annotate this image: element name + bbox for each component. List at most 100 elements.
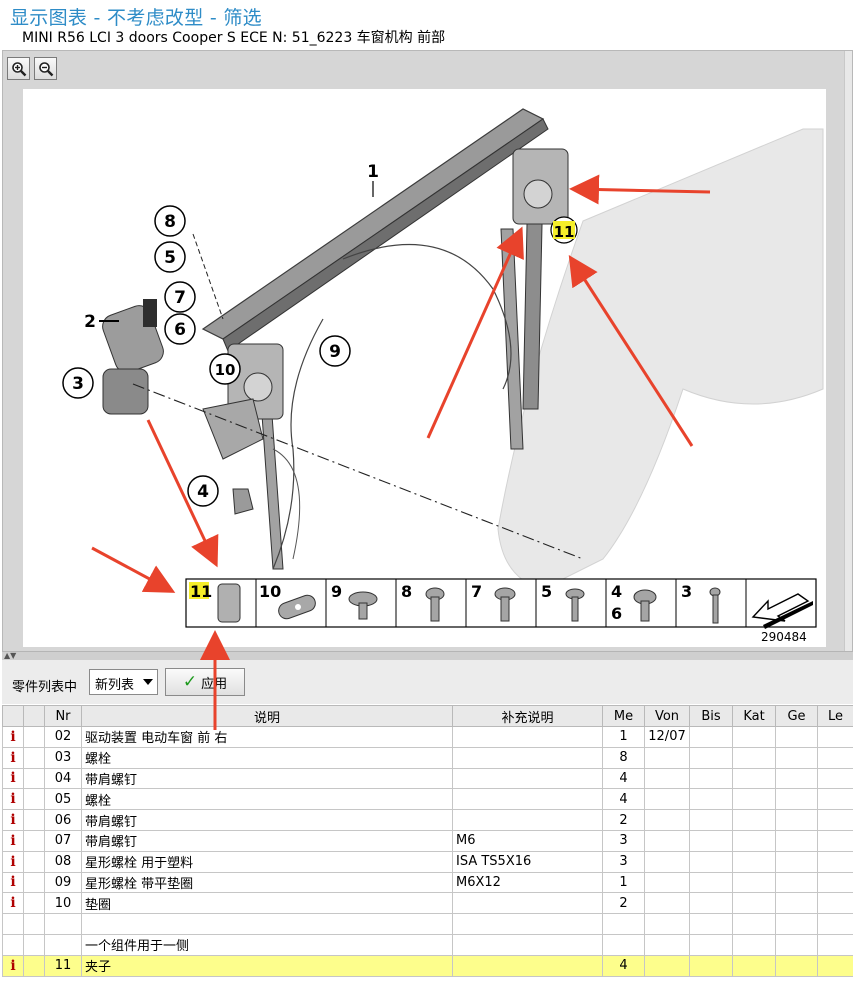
table-header-row: Nr 说明 补充说明 Me Von Bis Kat Ge Le [2, 705, 853, 727]
header-le[interactable]: Le [817, 705, 853, 727]
apply-button[interactable]: ✓ 应用 [165, 668, 245, 696]
legend-label-5: 5 [541, 582, 552, 601]
row-extra [452, 746, 603, 769]
table-row[interactable]: i 03 螺栓 8 [2, 746, 853, 769]
row-flag [23, 829, 45, 852]
table-row[interactable]: i 04 带肩螺钉 4 [2, 767, 853, 790]
check-icon: ✓ [182, 672, 198, 692]
row-ge [775, 954, 818, 977]
row-von [644, 954, 690, 977]
row-le [817, 829, 853, 852]
row-von [644, 871, 690, 894]
row-extra [452, 954, 603, 977]
row-le [817, 746, 853, 769]
row-me: 2 [602, 809, 645, 831]
table-row[interactable]: i 09 星形螺栓 带平垫圈 M6X12 1 [2, 871, 853, 894]
row-le [817, 913, 853, 935]
table-row[interactable]: i 02 驱动装置 电动车窗 前 右 1 12/07 [2, 726, 853, 748]
row-bis [689, 767, 733, 790]
row-bis [689, 933, 733, 956]
row-extra [452, 726, 603, 748]
header-ge[interactable]: Ge [775, 705, 818, 727]
info-icon[interactable]: i [2, 892, 24, 915]
info-icon[interactable]: i [2, 809, 24, 831]
callout-9: 9 [329, 342, 341, 362]
info-icon[interactable]: i [2, 767, 24, 790]
row-von: 12/07 [644, 726, 690, 748]
callout-2: 2 [84, 312, 96, 332]
row-desc: 带肩螺钉 [81, 829, 453, 852]
panel-splitter[interactable]: ▲▼ [2, 651, 853, 660]
row-von [644, 746, 690, 769]
info-icon[interactable]: i [2, 850, 24, 873]
row-kat [732, 913, 776, 935]
row-flag [23, 767, 45, 790]
row-le [817, 788, 853, 811]
callout-6: 6 [174, 320, 186, 340]
row-kat [732, 850, 776, 873]
row-ge [775, 850, 818, 873]
info-icon[interactable]: i [2, 726, 24, 748]
table-row[interactable]: i 05 螺栓 4 [2, 788, 853, 811]
info-icon[interactable]: i [2, 954, 24, 977]
row-me: 8 [602, 746, 645, 769]
legend-label-4: 4 [611, 582, 622, 601]
info-icon[interactable]: i [2, 788, 24, 811]
row-bis [689, 829, 733, 852]
header-nr[interactable]: Nr [44, 705, 82, 727]
row-nr: 06 [44, 809, 82, 831]
row-le [817, 726, 853, 748]
row-le [817, 767, 853, 790]
page-title: 显示图表 - 不考虑改型 - 筛选 [10, 7, 262, 29]
image-number: 290484 [761, 630, 807, 644]
row-flag [23, 913, 45, 935]
row-extra [452, 809, 603, 831]
model-subtitle: MINI R56 LCI 3 doors Cooper S ECE N: 51_… [22, 30, 446, 46]
row-ge [775, 871, 818, 894]
table-row[interactable]: i 10 垫圈 2 [2, 892, 853, 915]
row-le [817, 871, 853, 894]
row-me: 4 [602, 954, 645, 977]
table-row[interactable]: 一个组件用于一侧 [2, 933, 853, 956]
row-extra [452, 933, 603, 956]
table-row[interactable] [2, 913, 853, 935]
row-flag [23, 954, 45, 977]
info-icon[interactable] [2, 913, 24, 935]
row-ge [775, 892, 818, 915]
row-desc: 带肩螺钉 [81, 809, 453, 831]
row-von [644, 892, 690, 915]
row-flag [23, 933, 45, 956]
list-mode-select[interactable]: 新列表 [89, 669, 158, 695]
table-row[interactable]: i 07 带肩螺钉 M6 3 [2, 829, 853, 852]
row-desc [81, 913, 453, 935]
row-nr [44, 913, 82, 935]
info-icon[interactable]: i [2, 746, 24, 769]
header-von[interactable]: Von [644, 705, 690, 727]
header-bis[interactable]: Bis [689, 705, 733, 727]
table-row[interactable]: i 06 带肩螺钉 2 [2, 809, 853, 831]
row-ge [775, 746, 818, 769]
viewer-scrollbar[interactable] [844, 51, 852, 659]
diagram-viewer: 1 2 3 4 5 6 7 8 9 10 11 11 10 9 8 7 5 4 … [2, 50, 853, 660]
header-desc[interactable]: 说明 [81, 705, 453, 727]
row-bis [689, 954, 733, 977]
zoom-in-button[interactable] [7, 57, 30, 80]
info-icon[interactable]: i [2, 829, 24, 852]
header-me[interactable]: Me [602, 705, 645, 727]
table-row[interactable]: i 08 星形螺栓 用于塑料 ISA TS5X16 3 [2, 850, 853, 873]
info-icon[interactable]: i [2, 871, 24, 894]
header-extra[interactable]: 补充说明 [452, 705, 603, 727]
header-kat[interactable]: Kat [732, 705, 776, 727]
legend-label-7: 7 [471, 582, 482, 601]
zoom-out-button[interactable] [34, 57, 57, 80]
row-le [817, 809, 853, 831]
row-von [644, 933, 690, 956]
row-flag [23, 892, 45, 915]
row-flag [23, 850, 45, 873]
table-row[interactable]: i 11 夹子 4 [2, 954, 853, 977]
row-ge [775, 726, 818, 748]
row-le [817, 933, 853, 956]
row-desc: 一个组件用于一侧 [81, 933, 453, 956]
info-icon[interactable] [2, 933, 24, 956]
row-bis [689, 726, 733, 748]
